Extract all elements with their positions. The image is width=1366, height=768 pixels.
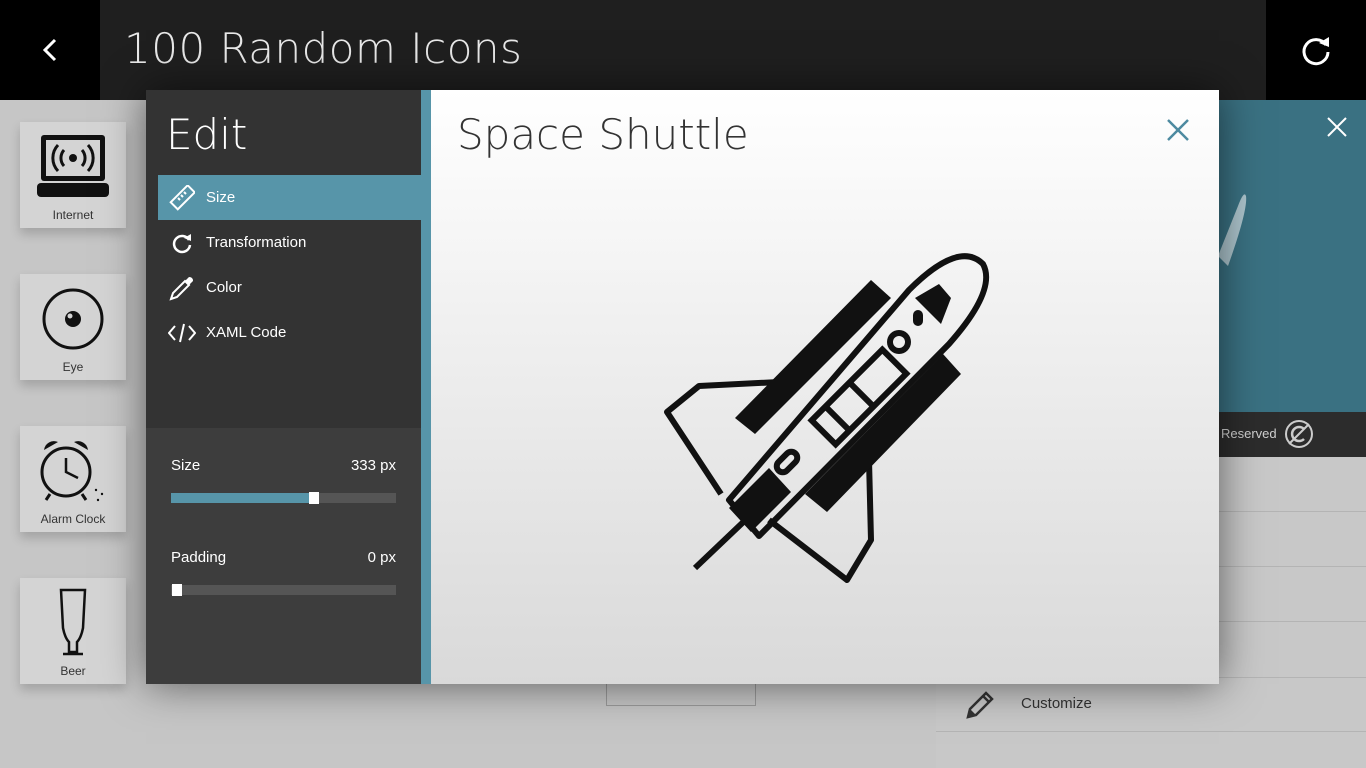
tile-label: Eye — [62, 360, 84, 374]
refresh-icon — [1302, 37, 1330, 66]
reserved-text: Reserved — [1221, 426, 1277, 441]
tile-beer[interactable]: Beer — [20, 578, 126, 684]
nav-label: Size — [206, 189, 236, 206]
preview-panel: Space Shuttle — [431, 90, 1219, 684]
tile-label: Beer — [60, 664, 86, 678]
customize-label: Customize — [1021, 695, 1092, 712]
nav-label: Color — [206, 279, 242, 296]
close-icon[interactable] — [1166, 118, 1190, 142]
size-settings: Size 333 px Padding 0 px — [146, 428, 422, 684]
close-icon[interactable] — [1326, 116, 1348, 138]
accent-divider — [421, 90, 431, 684]
copyright-strip: Reserved — [1218, 412, 1366, 457]
padding-value: 0 px — [367, 549, 396, 566]
menu-divider — [1218, 566, 1366, 567]
menu-divider — [1218, 511, 1366, 512]
menu-divider — [1218, 621, 1366, 622]
edit-panel: Edit Size Transformation Color XAML Code… — [146, 90, 422, 684]
wireless-monitor-icon — [37, 135, 109, 197]
tile-label: Alarm Clock — [40, 512, 106, 526]
ruler-icon — [169, 184, 195, 211]
chevron-left-icon — [42, 38, 57, 62]
size-slider[interactable] — [171, 492, 396, 504]
rotate-icon — [172, 233, 192, 253]
space-shuttle-icon — [664, 253, 990, 583]
preview-title: Space Shuttle — [457, 110, 749, 159]
nav-item-color[interactable]: Color — [158, 265, 422, 310]
tile-internet[interactable]: Internet — [20, 122, 126, 228]
nav-label: Transformation — [206, 234, 307, 251]
edit-title: Edit — [166, 110, 248, 159]
back-button[interactable] — [0, 0, 100, 100]
customize-button[interactable]: Customize — [936, 677, 1366, 732]
nav-item-xaml-code[interactable]: XAML Code — [158, 310, 422, 355]
padding-slider[interactable] — [171, 584, 396, 596]
alarm-clock-icon — [40, 441, 104, 502]
tile-label: Internet — [52, 208, 94, 222]
nav-item-size[interactable]: Size — [158, 175, 422, 220]
size-value: 333 px — [350, 457, 396, 474]
eyedropper-icon — [169, 276, 193, 301]
detail-hero — [1218, 100, 1366, 412]
code-icon — [168, 323, 196, 342]
size-slider-thumb[interactable] — [308, 492, 319, 504]
padding-slider-thumb[interactable] — [172, 584, 182, 596]
pencil-icon — [966, 691, 994, 719]
app-bar: 100 Random Icons — [0, 0, 1366, 100]
tile-eye[interactable]: Eye — [20, 274, 126, 380]
beer-glass-icon — [59, 588, 87, 656]
padding-label: Padding — [171, 549, 227, 566]
nav-item-transformation[interactable]: Transformation — [158, 220, 422, 265]
size-slider-fill — [171, 493, 309, 503]
space-shuttle-icon — [1218, 194, 1247, 266]
copyright-icon — [1285, 420, 1313, 448]
refresh-button[interactable] — [1266, 0, 1366, 100]
size-label: Size — [171, 457, 201, 474]
eye-icon — [42, 288, 104, 350]
tile-alarm-clock[interactable]: Alarm Clock — [20, 426, 126, 532]
app-title: 100 Random Icons — [124, 24, 523, 73]
nav-label: XAML Code — [206, 324, 287, 341]
